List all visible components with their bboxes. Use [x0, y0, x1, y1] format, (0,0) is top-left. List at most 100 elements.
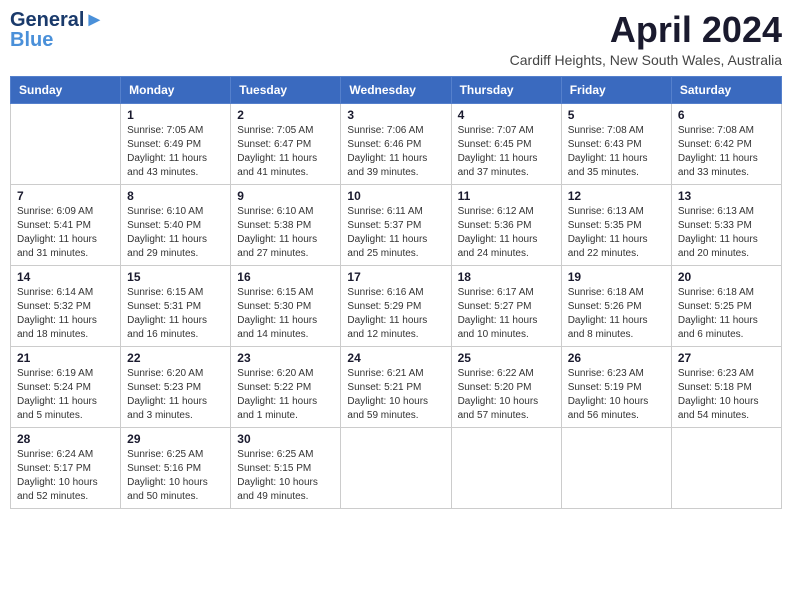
calendar-cell: [561, 427, 671, 508]
day-number: 15: [127, 270, 224, 284]
day-number: 30: [237, 432, 334, 446]
day-info: Sunrise: 6:13 AMSunset: 5:33 PMDaylight:…: [678, 205, 775, 261]
day-number: 23: [237, 351, 334, 365]
day-number: 10: [347, 189, 444, 203]
day-info: Sunrise: 6:14 AMSunset: 5:32 PMDaylight:…: [17, 286, 114, 342]
day-number: 11: [458, 189, 555, 203]
day-number: 1: [127, 108, 224, 122]
calendar-cell: 22 Sunrise: 6:20 AMSunset: 5:23 PMDayligh…: [121, 346, 231, 427]
day-info: Sunrise: 6:12 AMSunset: 5:36 PMDaylight:…: [458, 205, 555, 261]
day-info: Sunrise: 7:07 AMSunset: 6:45 PMDaylight:…: [458, 124, 555, 180]
day-number: 26: [568, 351, 665, 365]
calendar-cell: [671, 427, 781, 508]
day-number: 4: [458, 108, 555, 122]
day-info: Sunrise: 6:11 AMSunset: 5:37 PMDaylight:…: [347, 205, 444, 261]
day-number: 24: [347, 351, 444, 365]
calendar-cell: 13 Sunrise: 6:13 AMSunset: 5:33 PMDayligh…: [671, 184, 781, 265]
calendar-cell: 8Sunrise: 6:10 AMSunset: 5:40 PMDaylight…: [121, 184, 231, 265]
day-number: 20: [678, 270, 775, 284]
day-number: 5: [568, 108, 665, 122]
calendar-cell: [341, 427, 451, 508]
calendar-table: SundayMondayTuesdayWednesdayThursdayFrid…: [10, 76, 782, 509]
calendar-header: SundayMondayTuesdayWednesdayThursdayFrid…: [11, 76, 782, 103]
logo-text: General►: [10, 10, 104, 30]
day-info: Sunrise: 6:24 AMSunset: 5:17 PMDaylight:…: [17, 448, 114, 504]
day-info: Sunrise: 6:15 AMSunset: 5:31 PMDaylight:…: [127, 286, 224, 342]
day-info: Sunrise: 6:17 AMSunset: 5:27 PMDaylight:…: [458, 286, 555, 342]
day-info: Sunrise: 6:13 AMSunset: 5:35 PMDaylight:…: [568, 205, 665, 261]
month-title: April 2024: [510, 10, 782, 50]
calendar-cell: 26 Sunrise: 6:23 AMSunset: 5:19 PMDayligh…: [561, 346, 671, 427]
week-row-1: 1 Sunrise: 7:05 AMSunset: 6:49 PMDaylight…: [11, 103, 782, 184]
calendar-cell: 25 Sunrise: 6:22 AMSunset: 5:20 PMDayligh…: [451, 346, 561, 427]
calendar-cell: 6 Sunrise: 7:08 AMSunset: 6:42 PMDaylight…: [671, 103, 781, 184]
day-info: Sunrise: 6:10 AMSunset: 5:38 PMDaylight:…: [237, 205, 334, 261]
day-info: Sunrise: 6:21 AMSunset: 5:21 PMDaylight:…: [347, 367, 444, 423]
header-cell-friday: Friday: [561, 76, 671, 103]
page-header: General► Blue April 2024 Cardiff Heights…: [10, 10, 782, 68]
calendar-cell: [11, 103, 121, 184]
day-number: 6: [678, 108, 775, 122]
location: Cardiff Heights, New South Wales, Austra…: [510, 52, 782, 68]
week-row-5: 28 Sunrise: 6:24 AMSunset: 5:17 PMDayligh…: [11, 427, 782, 508]
header-cell-monday: Monday: [121, 76, 231, 103]
calendar-cell: 24 Sunrise: 6:21 AMSunset: 5:21 PMDayligh…: [341, 346, 451, 427]
day-number: 21: [17, 351, 114, 365]
day-info: Sunrise: 6:10 AMSunset: 5:40 PMDaylight:…: [127, 205, 224, 261]
day-info: Sunrise: 7:06 AMSunset: 6:46 PMDaylight:…: [347, 124, 444, 180]
calendar-cell: 4 Sunrise: 7:07 AMSunset: 6:45 PMDaylight…: [451, 103, 561, 184]
calendar-cell: 2 Sunrise: 7:05 AMSunset: 6:47 PMDaylight…: [231, 103, 341, 184]
calendar-cell: 3 Sunrise: 7:06 AMSunset: 6:46 PMDaylight…: [341, 103, 451, 184]
day-number: 19: [568, 270, 665, 284]
calendar-cell: 23 Sunrise: 6:20 AMSunset: 5:22 PMDayligh…: [231, 346, 341, 427]
day-info: Sunrise: 6:18 AMSunset: 5:25 PMDaylight:…: [678, 286, 775, 342]
calendar-cell: 1 Sunrise: 7:05 AMSunset: 6:49 PMDaylight…: [121, 103, 231, 184]
calendar-cell: 30 Sunrise: 6:25 AMSunset: 5:15 PMDayligh…: [231, 427, 341, 508]
calendar-cell: 19 Sunrise: 6:18 AMSunset: 5:26 PMDayligh…: [561, 265, 671, 346]
header-cell-thursday: Thursday: [451, 76, 561, 103]
calendar-cell: 10 Sunrise: 6:11 AMSunset: 5:37 PMDayligh…: [341, 184, 451, 265]
day-info: Sunrise: 7:08 AMSunset: 6:42 PMDaylight:…: [678, 124, 775, 180]
calendar-cell: 20 Sunrise: 6:18 AMSunset: 5:25 PMDayligh…: [671, 265, 781, 346]
calendar-cell: 15 Sunrise: 6:15 AMSunset: 5:31 PMDayligh…: [121, 265, 231, 346]
calendar-cell: 18 Sunrise: 6:17 AMSunset: 5:27 PMDayligh…: [451, 265, 561, 346]
calendar-cell: 7Sunrise: 6:09 AMSunset: 5:41 PMDaylight…: [11, 184, 121, 265]
week-row-3: 14 Sunrise: 6:14 AMSunset: 5:32 PMDayligh…: [11, 265, 782, 346]
calendar-cell: 29Sunrise: 6:25 AMSunset: 5:16 PMDayligh…: [121, 427, 231, 508]
calendar-cell: 17Sunrise: 6:16 AMSunset: 5:29 PMDayligh…: [341, 265, 451, 346]
week-row-4: 21 Sunrise: 6:19 AMSunset: 5:24 PMDayligh…: [11, 346, 782, 427]
day-number: 2: [237, 108, 334, 122]
header-cell-saturday: Saturday: [671, 76, 781, 103]
day-number: 3: [347, 108, 444, 122]
calendar-cell: 21 Sunrise: 6:19 AMSunset: 5:24 PMDayligh…: [11, 346, 121, 427]
day-info: Sunrise: 6:19 AMSunset: 5:24 PMDaylight:…: [17, 367, 114, 423]
day-info: Sunrise: 6:23 AMSunset: 5:19 PMDaylight:…: [568, 367, 665, 423]
day-number: 13: [678, 189, 775, 203]
header-row: SundayMondayTuesdayWednesdayThursdayFrid…: [11, 76, 782, 103]
day-number: 17: [347, 270, 444, 284]
day-info: Sunrise: 6:22 AMSunset: 5:20 PMDaylight:…: [458, 367, 555, 423]
day-info: Sunrise: 6:20 AMSunset: 5:23 PMDaylight:…: [127, 367, 224, 423]
calendar-cell: 28 Sunrise: 6:24 AMSunset: 5:17 PMDayligh…: [11, 427, 121, 508]
day-info: Sunrise: 6:18 AMSunset: 5:26 PMDaylight:…: [568, 286, 665, 342]
calendar-cell: 27 Sunrise: 6:23 AMSunset: 5:18 PMDayligh…: [671, 346, 781, 427]
day-info: Sunrise: 6:25 AMSunset: 5:15 PMDaylight:…: [237, 448, 334, 504]
day-info: Sunrise: 7:05 AMSunset: 6:49 PMDaylight:…: [127, 124, 224, 180]
day-info: Sunrise: 6:23 AMSunset: 5:18 PMDaylight:…: [678, 367, 775, 423]
header-cell-sunday: Sunday: [11, 76, 121, 103]
calendar-cell: [451, 427, 561, 508]
day-number: 18: [458, 270, 555, 284]
day-number: 25: [458, 351, 555, 365]
day-info: Sunrise: 6:09 AMSunset: 5:41 PMDaylight:…: [17, 205, 114, 261]
day-number: 27: [678, 351, 775, 365]
calendar-cell: 5Sunrise: 7:08 AMSunset: 6:43 PMDaylight…: [561, 103, 671, 184]
calendar-cell: 9Sunrise: 6:10 AMSunset: 5:38 PMDaylight…: [231, 184, 341, 265]
calendar-body: 1 Sunrise: 7:05 AMSunset: 6:49 PMDaylight…: [11, 103, 782, 508]
day-number: 22: [127, 351, 224, 365]
day-number: 14: [17, 270, 114, 284]
calendar-cell: 11 Sunrise: 6:12 AMSunset: 5:36 PMDayligh…: [451, 184, 561, 265]
day-info: Sunrise: 6:20 AMSunset: 5:22 PMDaylight:…: [237, 367, 334, 423]
day-info: Sunrise: 6:15 AMSunset: 5:30 PMDaylight:…: [237, 286, 334, 342]
day-info: Sunrise: 7:05 AMSunset: 6:47 PMDaylight:…: [237, 124, 334, 180]
day-number: 28: [17, 432, 114, 446]
